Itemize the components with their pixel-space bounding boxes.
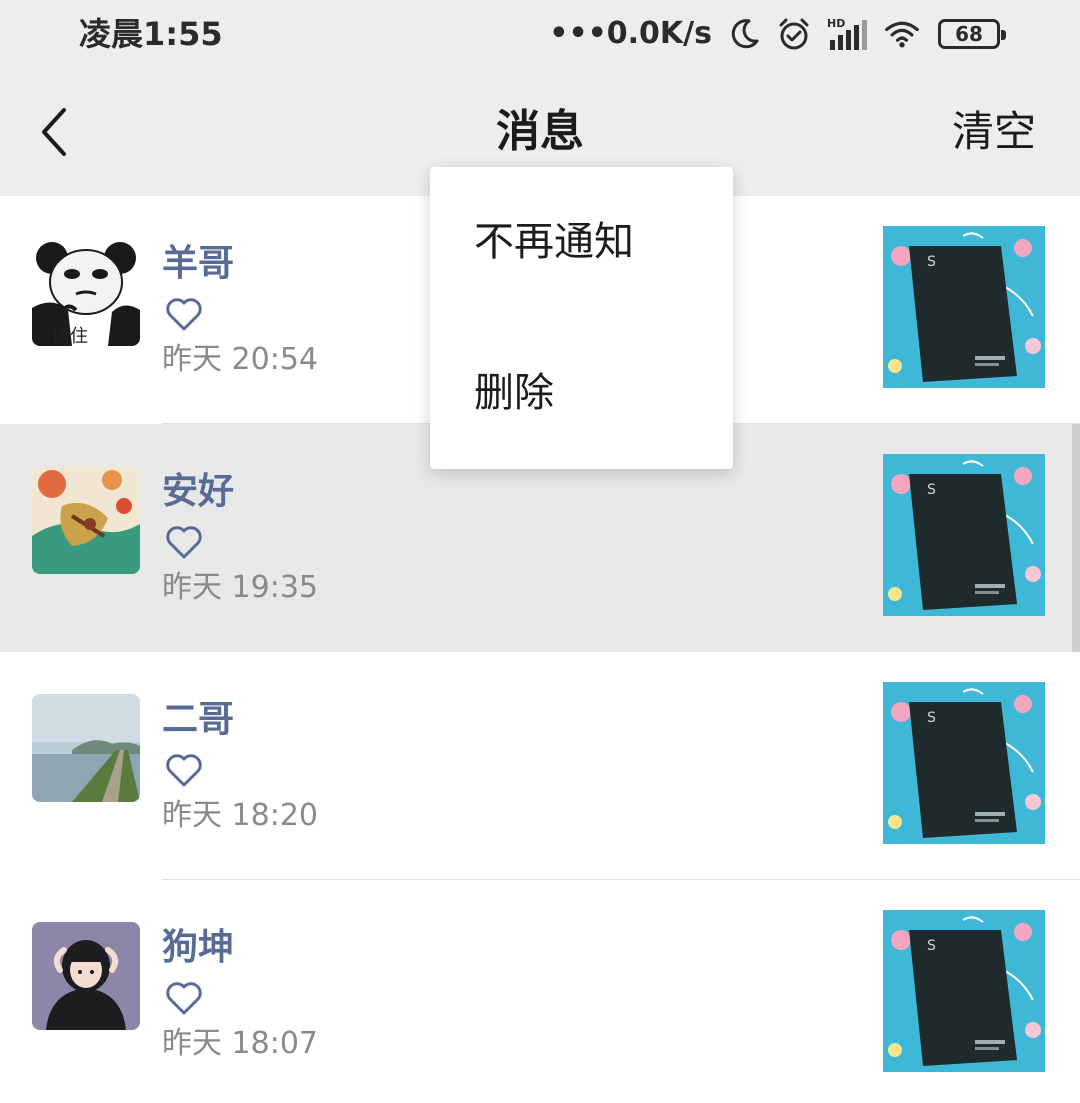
network-speed: •••0.0K/s [549,16,712,51]
post-thumbnail[interactable]: S [883,910,1045,1072]
avatar [32,694,140,802]
svg-text:S: S [927,938,936,954]
sender-name[interactable]: 二哥 [162,696,234,744]
status-indicators: •••0.0K/s HD 68 [549,10,1006,58]
page-title: 消息 [496,106,584,157]
heart-outline-icon [166,526,202,559]
message-time: 昨天 20:54 [162,342,318,377]
message-time: 昨天 18:20 [162,798,318,833]
svg-text:S: S [927,710,936,726]
alarm-icon [776,16,812,52]
screen: 凌晨1:55 •••0.0K/s HD 68 消息 清空 愣住 羊哥 昨天 20… [0,0,1080,1103]
post-thumbnail[interactable]: S [883,454,1045,616]
clear-button[interactable]: 清空 [952,102,1036,162]
avatar [32,922,140,1030]
heart-outline-icon [166,754,202,787]
sender-name[interactable]: 安好 [162,468,234,516]
hd-label: HD [827,17,845,30]
status-bar: 凌晨1:55 •••0.0K/s HD 68 [0,0,1080,72]
status-time: 凌晨1:55 [79,15,223,53]
context-menu: 不再通知 删除 [430,167,733,469]
signal-icon: HD [826,16,870,52]
battery-icon: 68 [934,16,1006,52]
moon-icon [726,16,762,52]
battery-level: 68 [955,22,983,46]
avatar-caption: 愣住 [52,326,88,346]
message-time: 昨天 19:35 [162,570,318,605]
scrollbar-thumb[interactable] [1072,424,1080,652]
post-thumbnail[interactable]: S [883,226,1045,388]
wifi-icon [884,16,920,52]
menu-item-mute-notifications[interactable]: 不再通知 [430,167,733,318]
message-item[interactable]: 狗坤 昨天 18:07 S [0,880,1080,1103]
svg-text:S: S [927,482,936,498]
avatar: 愣住 [32,238,140,346]
sender-name[interactable]: 羊哥 [162,240,234,288]
menu-item-delete[interactable]: 删除 [430,318,733,469]
avatar [32,466,140,574]
heart-outline-icon [166,298,202,331]
message-item[interactable]: 二哥 昨天 18:20 S [0,652,1080,880]
svg-text:S: S [927,254,936,270]
sender-name[interactable]: 狗坤 [162,924,234,972]
heart-outline-icon [166,982,202,1015]
message-time: 昨天 18:07 [162,1026,318,1061]
post-thumbnail[interactable]: S [883,682,1045,844]
